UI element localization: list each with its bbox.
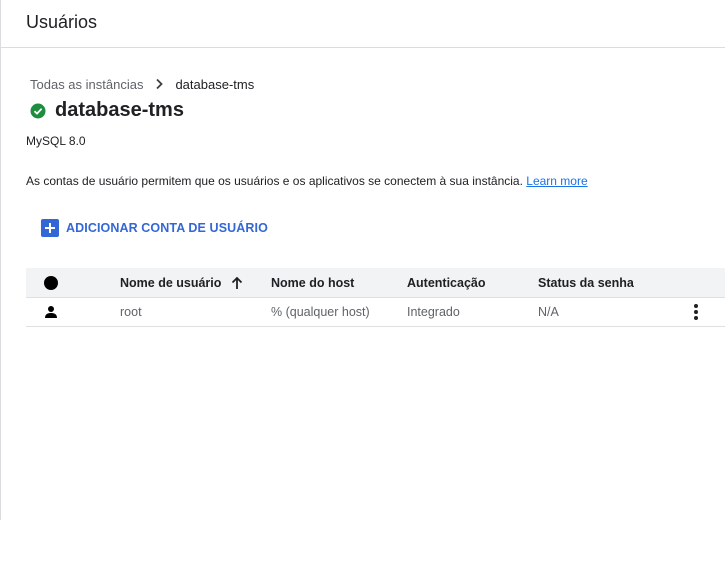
table-header: Nome de usuário Nome do host Autenticaçã… xyxy=(26,268,725,298)
more-vert-icon[interactable] xyxy=(690,302,702,322)
cell-password-status: N/A xyxy=(538,305,559,319)
select-all-header xyxy=(44,268,58,297)
breadcrumb: Todas as instâncias database-tms xyxy=(30,76,254,92)
column-header-username[interactable]: Nome de usuário xyxy=(120,268,244,297)
instance-name: database-tms xyxy=(55,99,184,121)
person-icon xyxy=(44,305,58,319)
panel-title: Usuários xyxy=(26,12,98,32)
column-header-auth[interactable]: Autenticação xyxy=(407,268,486,297)
users-table: Nome de usuário Nome do host Autenticaçã… xyxy=(26,268,725,327)
description: As contas de usuário permitem que os usu… xyxy=(26,174,588,188)
description-text: As contas de usuário permitem que os usu… xyxy=(26,174,523,188)
column-header-password-status[interactable]: Status da senha xyxy=(538,268,634,297)
row-icon-cell xyxy=(44,298,58,326)
row-actions-cell xyxy=(690,298,702,326)
panel-header: Usuários xyxy=(1,0,725,48)
filled-circle-icon xyxy=(44,275,58,290)
chevron-right-icon xyxy=(151,76,167,92)
breadcrumb-all-instances[interactable]: Todas as instâncias xyxy=(30,77,143,92)
table-row: root % (qualquer host) Integrado N/A xyxy=(26,298,725,327)
cell-auth: Integrado xyxy=(407,305,460,319)
instance-title-row: database-tms xyxy=(30,99,184,122)
cell-host: % (qualquer host) xyxy=(271,305,370,319)
add-user-label: ADICIONAR CONTA DE USUÁRIO xyxy=(66,221,268,235)
learn-more-link[interactable]: Learn more xyxy=(526,174,587,188)
plus-icon xyxy=(41,219,59,237)
check-circle-icon xyxy=(30,103,46,119)
users-panel: Usuários Todas as instâncias database-tm… xyxy=(0,0,725,520)
add-user-button[interactable]: ADICIONAR CONTA DE USUÁRIO xyxy=(41,219,268,237)
cell-username: root xyxy=(120,305,142,319)
database-version: MySQL 8.0 xyxy=(26,134,86,148)
column-header-host[interactable]: Nome do host xyxy=(271,268,354,297)
breadcrumb-current: database-tms xyxy=(175,76,255,92)
arrow-up-icon[interactable] xyxy=(230,276,244,290)
